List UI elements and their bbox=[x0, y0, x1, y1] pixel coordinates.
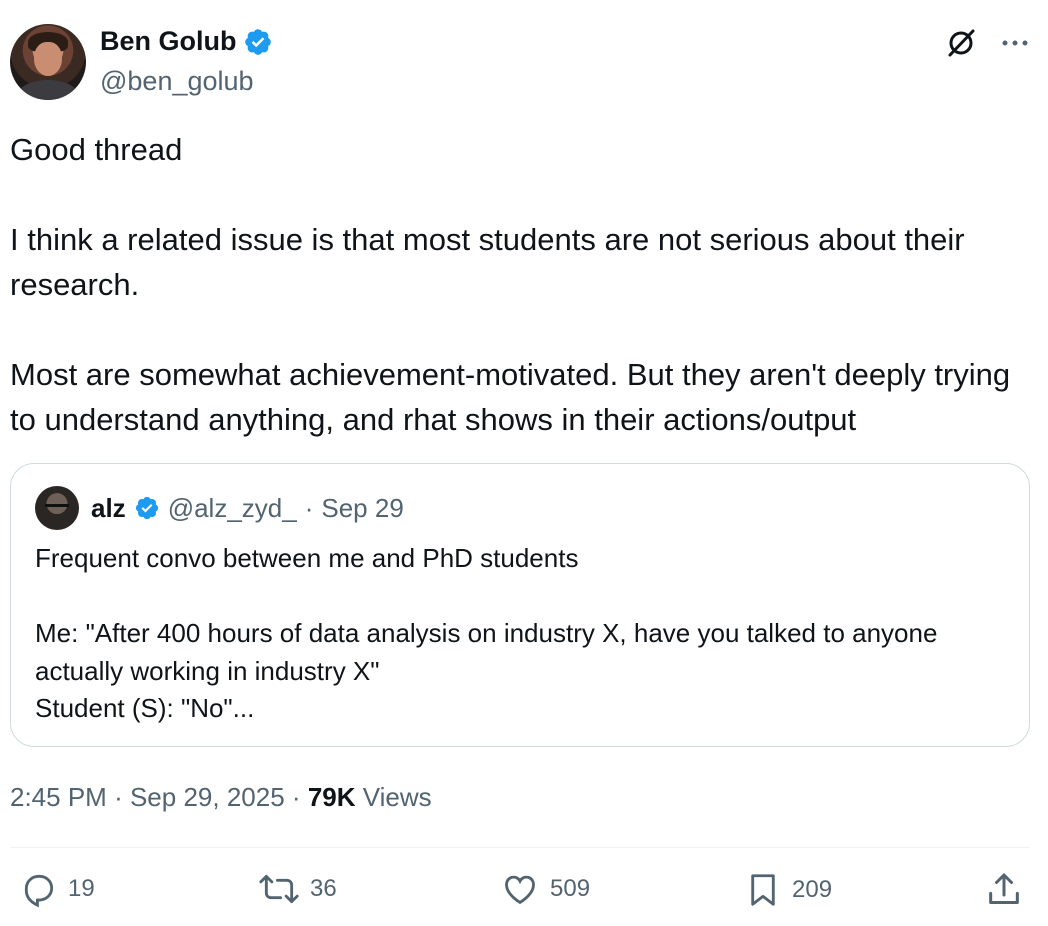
dot-separator: · bbox=[291, 782, 301, 812]
like-count: 509 bbox=[550, 875, 591, 902]
header-icons bbox=[944, 26, 1030, 60]
reply-count: 19 bbox=[68, 875, 95, 902]
verified-badge-icon bbox=[134, 495, 160, 521]
heart-icon bbox=[500, 870, 540, 908]
quoted-tweet-date[interactable]: Sep 29 bbox=[321, 493, 403, 524]
reply-button[interactable]: 19 bbox=[20, 870, 95, 908]
bookmark-button[interactable]: 209 bbox=[744, 870, 832, 910]
author-handle[interactable]: @ben_golub bbox=[100, 66, 254, 97]
quoted-author-avatar[interactable] bbox=[35, 486, 79, 530]
views-count: 79K bbox=[307, 782, 356, 812]
author-display-name[interactable]: Ben Golub bbox=[100, 26, 237, 57]
dot-separator: · bbox=[114, 782, 123, 812]
author-avatar[interactable] bbox=[10, 24, 86, 100]
share-icon bbox=[984, 870, 1024, 910]
more-options-icon[interactable] bbox=[1000, 28, 1030, 58]
bookmark-icon bbox=[744, 870, 782, 910]
divider bbox=[10, 847, 1030, 848]
quoted-tweet-header: alz @alz_zyd_ · Sep 29 bbox=[35, 486, 404, 530]
quoted-author-name[interactable]: alz bbox=[91, 493, 126, 524]
quoted-tweet-text: Frequent convo between me and PhD studen… bbox=[35, 543, 938, 723]
author-name-row: Ben Golub bbox=[100, 26, 273, 57]
views-label: Views bbox=[362, 782, 432, 812]
tweet-text: Good thread I think a related issue is t… bbox=[10, 132, 1011, 437]
reply-icon bbox=[20, 870, 58, 908]
repost-button[interactable]: 36 bbox=[258, 870, 337, 908]
grok-slash-icon[interactable] bbox=[944, 26, 978, 60]
quoted-author-handle[interactable]: @alz_zyd_ bbox=[168, 493, 297, 524]
tweet-meta: 2:45 PM · Sep 29, 2025 · 79K Views bbox=[10, 782, 432, 813]
share-button[interactable] bbox=[984, 870, 1024, 910]
action-bar: 19 36 509 209 bbox=[0, 870, 1048, 920]
like-button[interactable]: 509 bbox=[500, 870, 590, 908]
avatar-shirt bbox=[18, 80, 78, 100]
tweet-time[interactable]: 2:45 PM bbox=[10, 782, 107, 812]
repost-count: 36 bbox=[310, 875, 337, 902]
dot-separator: · bbox=[304, 492, 314, 523]
avatar-face bbox=[34, 42, 62, 76]
bookmark-count: 209 bbox=[792, 876, 833, 903]
quoted-tweet-card[interactable]: alz @alz_zyd_ · Sep 29 Frequent convo be… bbox=[10, 463, 1030, 747]
repost-icon bbox=[258, 870, 300, 908]
tweet-date[interactable]: Sep 29, 2025 bbox=[130, 782, 285, 812]
avatar-glasses bbox=[45, 504, 69, 513]
verified-badge-icon bbox=[243, 27, 273, 57]
